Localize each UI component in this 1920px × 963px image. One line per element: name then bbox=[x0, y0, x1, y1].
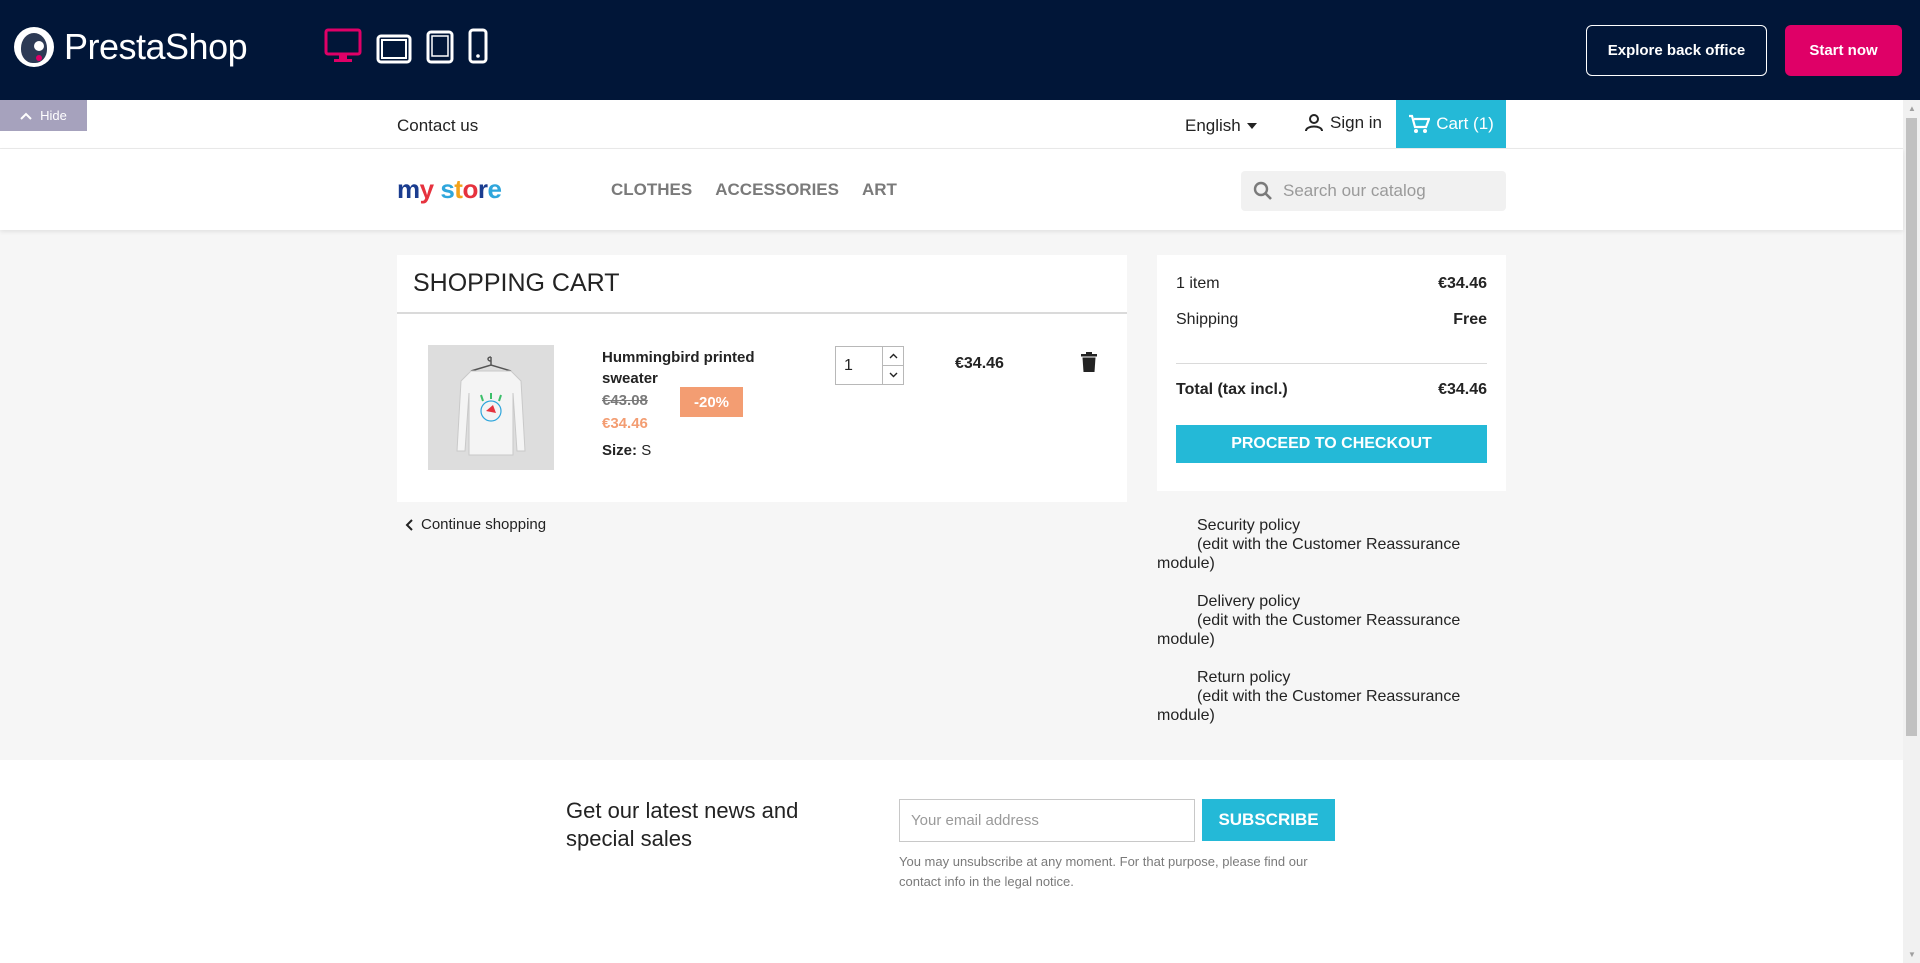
quantity-decrease-button[interactable] bbox=[883, 366, 903, 384]
reassurance-security: Security policy (edit with the Customer … bbox=[1157, 516, 1477, 573]
language-selector[interactable]: English bbox=[1185, 116, 1257, 136]
user-icon bbox=[1305, 114, 1323, 132]
page-scrollbar[interactable]: ▲ ▼ bbox=[1903, 100, 1920, 963]
quantity-increase-button[interactable] bbox=[883, 347, 903, 366]
start-now-button[interactable]: Start now bbox=[1785, 25, 1902, 76]
prestashop-logo[interactable]: PrestaShop bbox=[14, 26, 248, 68]
scroll-up-arrow-icon[interactable]: ▲ bbox=[1908, 104, 1916, 113]
newsletter-title: Get our latest news and special sales bbox=[566, 798, 799, 851]
product-image[interactable] bbox=[428, 345, 554, 470]
quantity-spin-buttons bbox=[882, 347, 903, 384]
store-nav-row: Contact us English Sign in Cart (1) bbox=[0, 100, 1903, 149]
summary-total-label: Total (tax incl.) bbox=[1176, 381, 1288, 398]
cart-container: SHOPPING CART Hummingbird printed sweate… bbox=[397, 255, 1127, 502]
summary-shipping-row: Shipping Free bbox=[1176, 311, 1487, 329]
size-value: S bbox=[641, 442, 652, 459]
reassurance-description-end: module) bbox=[1157, 707, 1215, 724]
newsletter-note: You may unsubscribe at any moment. For t… bbox=[899, 854, 1308, 889]
prestashop-brand-name: PrestaShop bbox=[64, 26, 248, 67]
language-label: English bbox=[1185, 116, 1241, 135]
summary-items-label: 1 item bbox=[1176, 275, 1220, 292]
search-box bbox=[1241, 171, 1506, 211]
trash-icon[interactable] bbox=[1081, 352, 1097, 372]
explore-back-office-button[interactable]: Explore back office bbox=[1586, 25, 1767, 76]
contact-us-link[interactable]: Contact us bbox=[397, 116, 478, 136]
summary-total-value: €34.46 bbox=[1438, 381, 1487, 398]
caret-down-icon bbox=[1246, 123, 1257, 129]
size-label: Size: bbox=[602, 442, 638, 459]
product-name[interactable]: Hummingbird printed sweater bbox=[602, 347, 772, 389]
quantity-stepper bbox=[835, 346, 904, 385]
store-logo[interactable]: my store bbox=[397, 174, 502, 205]
prestashop-logo-icon bbox=[14, 27, 54, 67]
menu-item-art[interactable]: ART bbox=[862, 180, 897, 200]
demo-top-bar: PrestaShop Explore back office Start now bbox=[0, 0, 1920, 100]
summary-shipping-value: Free bbox=[1453, 311, 1487, 328]
menu-item-clothes[interactable]: CLOTHES bbox=[611, 180, 692, 200]
subscribe-button[interactable]: SUBSCRIBE bbox=[1202, 799, 1335, 841]
sign-in-link[interactable]: Sign in bbox=[1304, 113, 1382, 133]
chevron-up-icon bbox=[889, 353, 897, 359]
sign-in-label: Sign in bbox=[1330, 113, 1382, 132]
summary-items-value: €34.46 bbox=[1438, 275, 1487, 292]
laptop-icon[interactable] bbox=[376, 34, 412, 64]
reassurance-delivery: Delivery policy (edit with the Customer … bbox=[1157, 592, 1477, 649]
continue-shopping-link[interactable]: Continue shopping bbox=[405, 516, 546, 533]
cart-label: Cart (1) bbox=[1436, 114, 1494, 133]
mobile-icon[interactable] bbox=[468, 28, 488, 64]
search-icon[interactable] bbox=[1253, 181, 1273, 201]
chevron-left-icon bbox=[405, 518, 413, 531]
tablet-icon[interactable] bbox=[426, 30, 454, 64]
reassurance-description: (edit with the Customer Reassurance bbox=[1197, 536, 1461, 553]
summary-shipping-label: Shipping bbox=[1176, 311, 1239, 328]
continue-shopping-label: Continue shopping bbox=[421, 516, 547, 533]
proceed-to-checkout-button[interactable]: PROCEED TO CHECKOUT bbox=[1176, 425, 1487, 463]
main-menu: CLOTHES ACCESSORIES ART bbox=[611, 180, 897, 200]
reassurance-description-end: module) bbox=[1157, 555, 1215, 572]
chevron-down-icon bbox=[889, 372, 897, 378]
line-total-price: €34.46 bbox=[955, 355, 1004, 372]
hide-demo-bar-button[interactable]: Hide bbox=[0, 100, 87, 131]
chevron-up-icon bbox=[20, 112, 32, 120]
reassurance-title: Security policy bbox=[1197, 517, 1301, 534]
search-input[interactable] bbox=[1283, 181, 1493, 201]
discount-badge: -20% bbox=[680, 387, 743, 417]
store-header: my store CLOTHES ACCESSORIES ART bbox=[0, 149, 1903, 230]
summary-total-row: Total (tax incl.) €34.46 bbox=[1176, 381, 1487, 399]
regular-price: €43.08 bbox=[602, 392, 648, 409]
sweater-illustration bbox=[456, 355, 526, 455]
summary-divider bbox=[1176, 363, 1487, 364]
reassurance-return: Return policy (edit with the Customer Re… bbox=[1157, 668, 1477, 725]
quantity-input[interactable] bbox=[836, 347, 882, 384]
cart-button[interactable]: Cart (1) bbox=[1396, 100, 1506, 148]
shopping-cart-icon bbox=[1409, 114, 1431, 133]
cart-summary: 1 item €34.46 Shipping Free Total (tax i… bbox=[1157, 255, 1506, 491]
device-switcher bbox=[324, 28, 488, 64]
newsletter-email-input[interactable] bbox=[899, 799, 1195, 842]
cart-divider bbox=[397, 312, 1127, 314]
product-price: €34.46 bbox=[602, 415, 648, 432]
scrollbar-thumb[interactable] bbox=[1906, 118, 1917, 736]
desktop-icon[interactable] bbox=[324, 28, 362, 64]
reassurance-title: Return policy bbox=[1197, 669, 1291, 686]
reassurance-description-end: module) bbox=[1157, 631, 1215, 648]
menu-item-accessories[interactable]: ACCESSORIES bbox=[715, 180, 839, 200]
summary-items-row: 1 item €34.46 bbox=[1176, 275, 1487, 293]
reassurance-description: (edit with the Customer Reassurance bbox=[1197, 688, 1461, 705]
hide-label: Hide bbox=[40, 108, 67, 123]
cart-title: SHOPPING CART bbox=[413, 269, 620, 297]
product-size: Size: S bbox=[602, 442, 651, 459]
scroll-down-arrow-icon[interactable]: ▼ bbox=[1908, 950, 1916, 959]
reassurance-title: Delivery policy bbox=[1197, 593, 1301, 610]
reassurance-description: (edit with the Customer Reassurance bbox=[1197, 612, 1461, 629]
